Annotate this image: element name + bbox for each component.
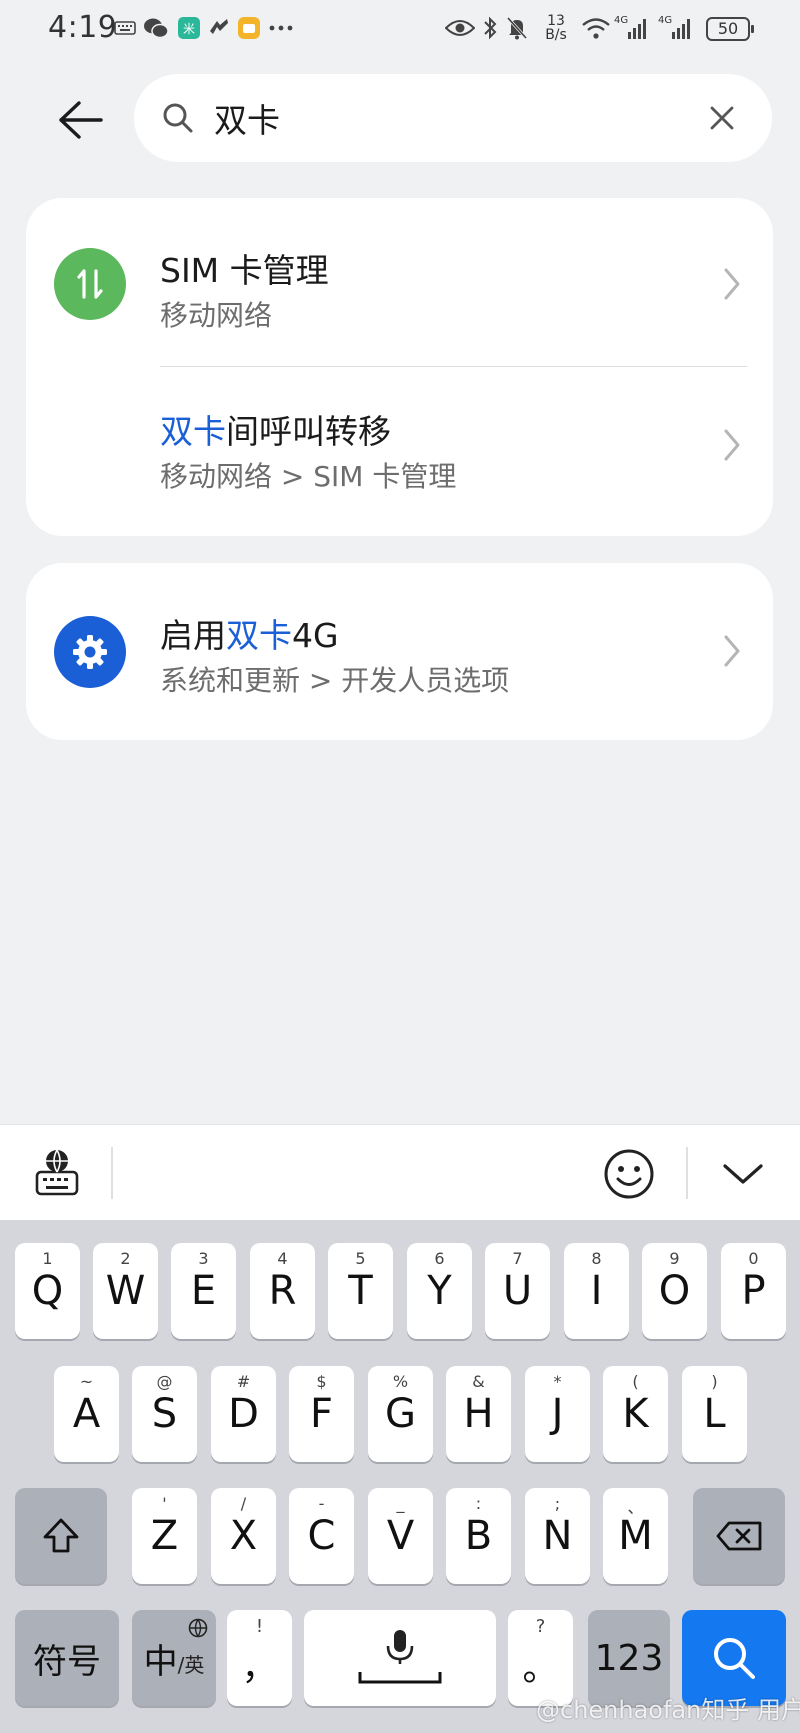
svg-text:米: 米 [183, 22, 195, 36]
watermark: @chenhaofan知乎 用户 [536, 1696, 800, 1724]
clear-search-button[interactable] [702, 98, 742, 138]
results-card-network: SIM 卡管理 移动网络 双卡间呼叫转移 移动网络 > SIM 卡管理 [26, 198, 773, 536]
back-arrow-icon [59, 101, 103, 139]
key-n[interactable]: ; N [525, 1488, 590, 1584]
space-voice-key[interactable] [304, 1610, 496, 1706]
wifi-icon [580, 14, 612, 42]
key-u[interactable]: 7U [485, 1243, 550, 1339]
search-match-highlight: 双卡 [226, 616, 292, 655]
key-r[interactable]: 4R [250, 1243, 315, 1339]
app-notification-icon [206, 14, 232, 42]
language-switch-key[interactable]: 中/英 [132, 1610, 216, 1706]
key-o[interactable]: 9O [642, 1243, 707, 1339]
mute-notifications-icon [505, 14, 529, 42]
keyboard-globe-icon [35, 1149, 79, 1196]
results-card-system: 启用双卡4G 系统和更新 > 开发人员选项 [26, 563, 773, 740]
search-match-highlight: 双卡 [160, 412, 226, 451]
toolbar-divider [686, 1147, 688, 1199]
status-time: 4:19 [48, 10, 118, 45]
emoji-button[interactable] [600, 1145, 658, 1203]
signal-icon-sim2: 4G [656, 14, 698, 42]
toolbar-divider [111, 1147, 113, 1199]
chevron-right-icon [724, 268, 740, 300]
key-v[interactable]: _ V [368, 1488, 433, 1584]
mi-home-icon: 米 [176, 14, 202, 42]
microphone-icon [358, 1630, 442, 1684]
back-button[interactable] [52, 92, 108, 148]
search-icon [163, 103, 193, 133]
chevron-right-icon [724, 635, 740, 667]
search-input[interactable] [214, 92, 674, 144]
key-c[interactable]: -C [289, 1488, 354, 1584]
result-title: 启用双卡4G [160, 616, 339, 655]
result-path: 移动网络 [160, 299, 273, 332]
system-settings-icon [54, 616, 126, 688]
key-p[interactable]: 0P [721, 1243, 786, 1339]
key-x[interactable]: / X [211, 1488, 276, 1584]
backspace-icon [716, 1521, 762, 1551]
keyboard-notification-icon [112, 14, 138, 42]
key-e[interactable]: 3E [171, 1243, 236, 1339]
key-i[interactable]: 8I [564, 1243, 629, 1339]
shift-icon [43, 1518, 79, 1553]
smiley-icon [604, 1149, 654, 1199]
key-z[interactable]: ' Z [132, 1488, 197, 1584]
symbols-key[interactable]: 符号 [15, 1610, 119, 1706]
result-path: 移动网络 > SIM 卡管理 [160, 460, 457, 493]
search-bar[interactable] [134, 74, 772, 162]
keyboard-settings-button[interactable] [30, 1145, 84, 1201]
key-h[interactable]: & H [446, 1366, 511, 1462]
result-path: 系统和更新 > 开发人员选项 [160, 664, 510, 697]
key-m[interactable]: 、 M [603, 1488, 668, 1584]
signal-icon-sim1: 4G [614, 14, 652, 42]
result-sim-card-management[interactable]: SIM 卡管理 移动网络 [26, 198, 773, 366]
mobile-network-icon [54, 248, 126, 320]
key-w[interactable]: 2W [93, 1243, 158, 1339]
result-title: 双卡间呼叫转移 [160, 412, 391, 451]
key-j[interactable]: * J [525, 1366, 590, 1462]
key-k[interactable]: (K [603, 1366, 668, 1462]
key-g[interactable]: % G [368, 1366, 433, 1462]
key-f[interactable]: $ F [289, 1366, 354, 1462]
more-notifications-icon [268, 14, 294, 42]
network-speed: 13 B/s [545, 13, 567, 43]
key-d[interactable]: # D [211, 1366, 276, 1462]
soft-keyboard: 1Q 2W 3E 4R 5T 6Y 7U 8I 9O 0P ~ A @ S # D $… [0, 1220, 800, 1733]
search-icon [714, 1638, 755, 1679]
chevron-down-icon [723, 1164, 763, 1184]
comma-key[interactable]: !， [227, 1610, 292, 1706]
close-icon [710, 106, 734, 130]
status-bar: 4:19 米 13 B/s 4G 4G 50 [0, 0, 800, 62]
result-title: SIM 卡管理 [160, 251, 329, 290]
key-s[interactable]: @ S [132, 1366, 197, 1462]
hide-keyboard-button[interactable] [718, 1149, 768, 1199]
battery-indicator: 50 [706, 17, 754, 41]
eye-comfort-icon [444, 14, 476, 42]
shift-key[interactable] [15, 1488, 107, 1584]
globe-icon [188, 1618, 208, 1638]
key-t[interactable]: 5T [328, 1243, 393, 1339]
bluetooth-icon [480, 14, 500, 42]
key-y[interactable]: 6Y [407, 1243, 472, 1339]
backspace-key[interactable] [693, 1488, 785, 1584]
chevron-right-icon [724, 429, 740, 461]
yellow-app-icon [236, 14, 262, 42]
key-a[interactable]: ~ A [54, 1366, 119, 1462]
result-enable-dual-4g[interactable]: 启用双卡4G 系统和更新 > 开发人员选项 [26, 563, 773, 740]
wechat-icon [142, 14, 170, 42]
keyboard-toolbar [0, 1124, 800, 1220]
key-q[interactable]: 1Q [15, 1243, 80, 1339]
key-b[interactable]: :B [446, 1488, 511, 1584]
result-dual-sim-call-forwarding[interactable]: 双卡间呼叫转移 移动网络 > SIM 卡管理 [26, 367, 773, 536]
key-l[interactable]: ) L [682, 1366, 747, 1462]
